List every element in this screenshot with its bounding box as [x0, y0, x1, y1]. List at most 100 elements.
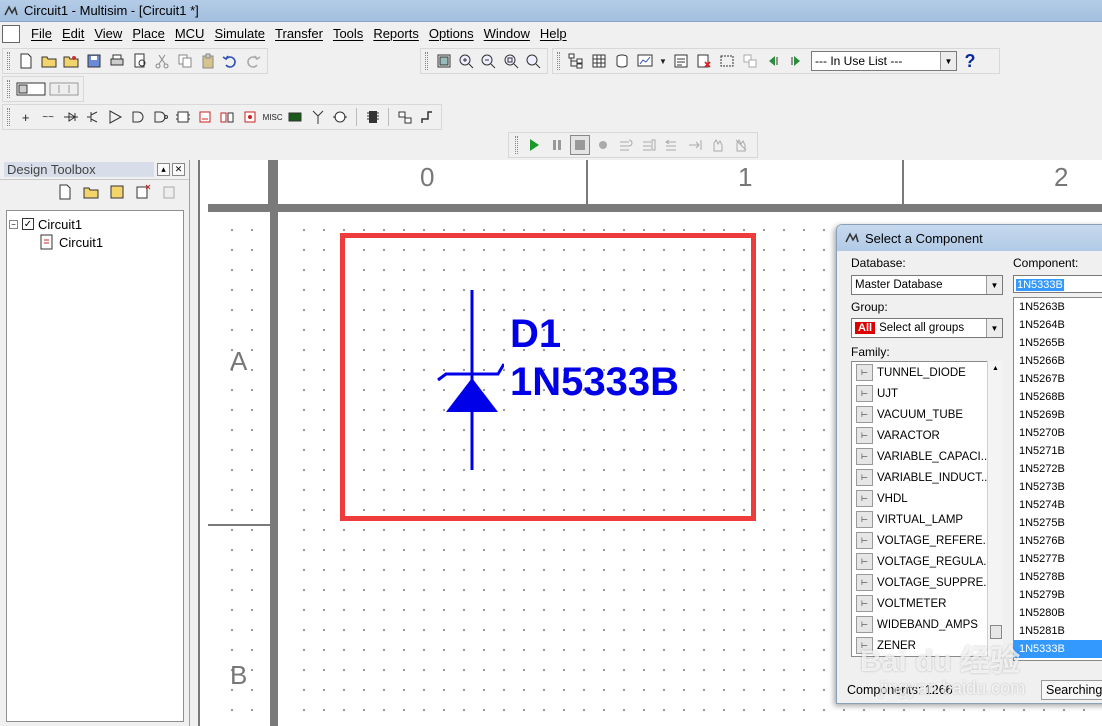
stop-icon[interactable]: [570, 135, 590, 155]
chevron-down-icon[interactable]: ▼: [940, 52, 956, 70]
redo-icon[interactable]: [243, 51, 263, 71]
new-file-icon[interactable]: [16, 51, 36, 71]
new-design-icon[interactable]: [55, 182, 75, 202]
component-search-input[interactable]: 1N5333B: [1013, 275, 1102, 293]
place-advanced-peripherals-icon[interactable]: [286, 107, 305, 127]
component-list-item[interactable]: 1N5270B: [1014, 424, 1102, 442]
place-misc-icon[interactable]: MISC: [263, 107, 283, 127]
save-design-icon[interactable]: [107, 182, 127, 202]
step-out-icon[interactable]: [662, 135, 682, 155]
component-list-item[interactable]: 1N5276B: [1014, 532, 1102, 550]
component-list-item[interactable]: 1N5269B: [1014, 406, 1102, 424]
zoom-fit-icon[interactable]: [524, 51, 543, 71]
run-to-cursor-icon[interactable]: [685, 135, 705, 155]
component-list-item[interactable]: 1N5275B: [1014, 514, 1102, 532]
toolbar-grip[interactable]: [7, 80, 10, 98]
component-list-item[interactable]: 1N5268B: [1014, 388, 1102, 406]
go-to-parent-icon[interactable]: [740, 51, 760, 71]
component-list-item[interactable]: 1N5278B: [1014, 568, 1102, 586]
close-design-icon[interactable]: [133, 182, 153, 202]
component-list-item[interactable]: 1N5264B: [1014, 316, 1102, 334]
place-analog-icon[interactable]: [106, 107, 125, 127]
pause-icon[interactable]: [547, 135, 567, 155]
family-list-item[interactable]: ⊢ VIRTUAL_LAMP: [852, 509, 1002, 530]
family-scrollbar[interactable]: ▲: [987, 361, 1003, 657]
component-list-item[interactable]: 1N5333B: [1014, 640, 1102, 658]
family-list-item[interactable]: ⊢ VHDL: [852, 488, 1002, 509]
component-list-item[interactable]: 1N5281B: [1014, 622, 1102, 640]
hierarchy-icon[interactable]: [566, 51, 586, 71]
component-list-item[interactable]: 1N5263B: [1014, 298, 1102, 316]
component-list-item[interactable]: 1N5266B: [1014, 352, 1102, 370]
document-icon[interactable]: [2, 25, 20, 43]
component-list-item[interactable]: 1N5279B: [1014, 586, 1102, 604]
family-list-item[interactable]: ⊢ VARIABLE_INDUCT...: [852, 467, 1002, 488]
menu-options[interactable]: Options: [424, 23, 479, 45]
family-list-item[interactable]: ⊢ TUNNEL_DIODE: [852, 362, 1002, 383]
undo-icon[interactable]: [221, 51, 241, 71]
grapher-icon[interactable]: [635, 51, 655, 71]
zoom-in-icon[interactable]: [456, 51, 475, 71]
collapse-icon[interactable]: −: [9, 219, 18, 229]
place-mcu-icon[interactable]: [363, 107, 382, 127]
place-mixed-icon[interactable]: [195, 107, 214, 127]
menu-simulate[interactable]: Simulate: [209, 23, 270, 45]
toggle-spreadsheet-icon[interactable]: [49, 79, 79, 99]
menu-reports[interactable]: Reports: [368, 23, 424, 45]
forward-annotate-icon[interactable]: [786, 51, 806, 71]
family-list-item[interactable]: ⊢ VOLTAGE_SUPPRE...: [852, 572, 1002, 593]
menu-edit[interactable]: Edit: [57, 23, 89, 45]
place-electromechanical-icon[interactable]: [330, 107, 349, 127]
erc-icon[interactable]: [694, 51, 714, 71]
run-icon[interactable]: [524, 135, 544, 155]
family-list-item[interactable]: ⊢ VOLTAGE_REFERE...: [852, 530, 1002, 551]
help-icon[interactable]: ?: [960, 51, 980, 71]
family-list-item[interactable]: ⊢ VARIABLE_CAPACI...: [852, 446, 1002, 467]
family-list-item[interactable]: ⊢ VARACTOR: [852, 425, 1002, 446]
print-icon[interactable]: [107, 51, 127, 71]
postprocessor-icon[interactable]: [671, 51, 691, 71]
paste-icon[interactable]: [198, 51, 218, 71]
place-bus-icon[interactable]: [418, 107, 437, 127]
toolbar-grip[interactable]: [557, 52, 560, 70]
family-list-item[interactable]: ⊢ VOLTAGE_REGULA...: [852, 551, 1002, 572]
toolbar-grip[interactable]: [425, 52, 428, 70]
database-manager-icon[interactable]: [612, 51, 632, 71]
tree-item-circuit-sheet[interactable]: Circuit1: [9, 233, 181, 251]
component-list-item[interactable]: 1N5273B: [1014, 478, 1102, 496]
place-diode-icon[interactable]: [61, 107, 80, 127]
menu-window[interactable]: Window: [479, 23, 535, 45]
place-hierarchical-block-icon[interactable]: [395, 107, 414, 127]
family-list-item[interactable]: ⊢ UJT: [852, 383, 1002, 404]
component-list-item[interactable]: 1N5274B: [1014, 496, 1102, 514]
delete-design-icon[interactable]: [159, 182, 179, 202]
menu-transfer[interactable]: Transfer: [270, 23, 328, 45]
place-source-icon[interactable]: +: [16, 107, 35, 127]
place-power-icon[interactable]: [240, 107, 259, 127]
menu-mcu[interactable]: MCU: [170, 23, 210, 45]
place-rf-icon[interactable]: [308, 107, 327, 127]
place-misc-digital-icon[interactable]: [173, 107, 192, 127]
tree-item-circuit-root[interactable]: − ✓ Circuit1: [9, 215, 181, 233]
family-list-item[interactable]: ⊢ VOLTMETER: [852, 593, 1002, 614]
menu-place[interactable]: Place: [127, 23, 170, 45]
place-indicator-icon[interactable]: [218, 107, 237, 127]
zener-diode-symbol[interactable]: [434, 288, 504, 472]
place-transistor-icon[interactable]: [83, 107, 102, 127]
component-list-item[interactable]: 1N5277B: [1014, 550, 1102, 568]
in-use-list-combo[interactable]: --- In Use List --- ▼: [811, 51, 957, 71]
menu-view[interactable]: View: [89, 23, 127, 45]
place-cmos-icon[interactable]: [151, 107, 170, 127]
menu-tools[interactable]: Tools: [328, 23, 368, 45]
zoom-out-icon[interactable]: [479, 51, 498, 71]
close-icon[interactable]: ✕: [172, 163, 185, 176]
family-list-item[interactable]: ⊢ VACUUM_TUBE: [852, 404, 1002, 425]
menu-help[interactable]: Help: [535, 23, 572, 45]
chevron-down-icon[interactable]: ▼: [986, 276, 1002, 294]
full-screen-icon[interactable]: [434, 51, 453, 71]
searching-button[interactable]: Searching: [1041, 680, 1102, 700]
toolbar-grip[interactable]: [7, 108, 10, 126]
pause-at-breakpoint-icon[interactable]: [593, 135, 613, 155]
component-list-item[interactable]: 1N5272B: [1014, 460, 1102, 478]
toggle-toolbox-icon[interactable]: [16, 79, 46, 99]
